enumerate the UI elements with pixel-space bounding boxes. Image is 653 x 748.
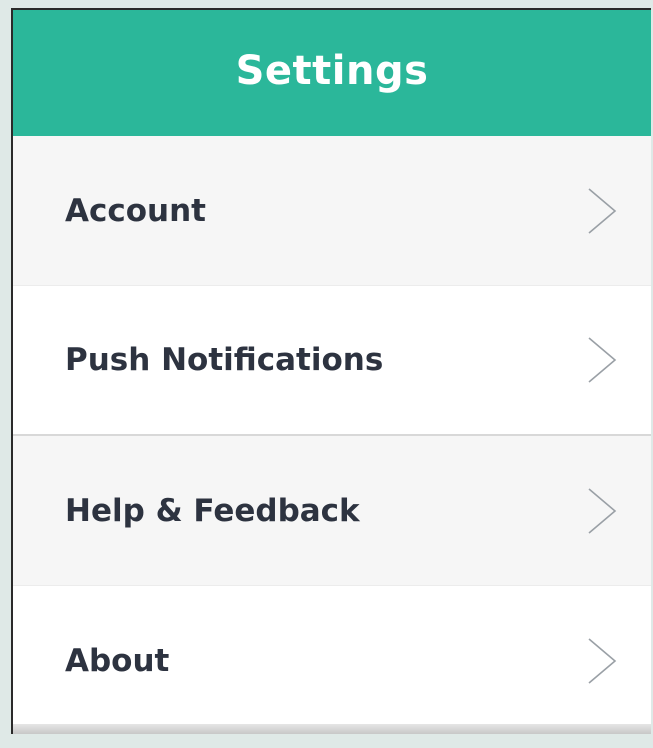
settings-header: Settings xyxy=(13,10,651,136)
chevron-right-icon xyxy=(588,487,617,534)
settings-item-label: Push Notifications xyxy=(65,342,384,378)
chevron-right-icon xyxy=(588,187,617,234)
settings-item-label: About xyxy=(65,643,170,679)
settings-item-account[interactable]: Account xyxy=(13,136,651,286)
settings-item-push-notifications[interactable]: Push Notifications xyxy=(13,286,651,436)
settings-item-help-feedback[interactable]: Help & Feedback xyxy=(13,436,651,586)
bottom-shadow xyxy=(13,724,651,734)
settings-list: Account Push Notifications Help & Feedba… xyxy=(13,136,651,734)
settings-screen: Settings Account Push Notifications Help… xyxy=(11,8,651,734)
chevron-right-icon xyxy=(588,638,617,684)
settings-item-about[interactable]: About xyxy=(13,586,651,734)
settings-item-label: Account xyxy=(65,192,206,229)
chevron-right-icon xyxy=(588,337,617,383)
page-title: Settings xyxy=(235,48,429,94)
settings-item-label: Help & Feedback xyxy=(65,492,360,529)
